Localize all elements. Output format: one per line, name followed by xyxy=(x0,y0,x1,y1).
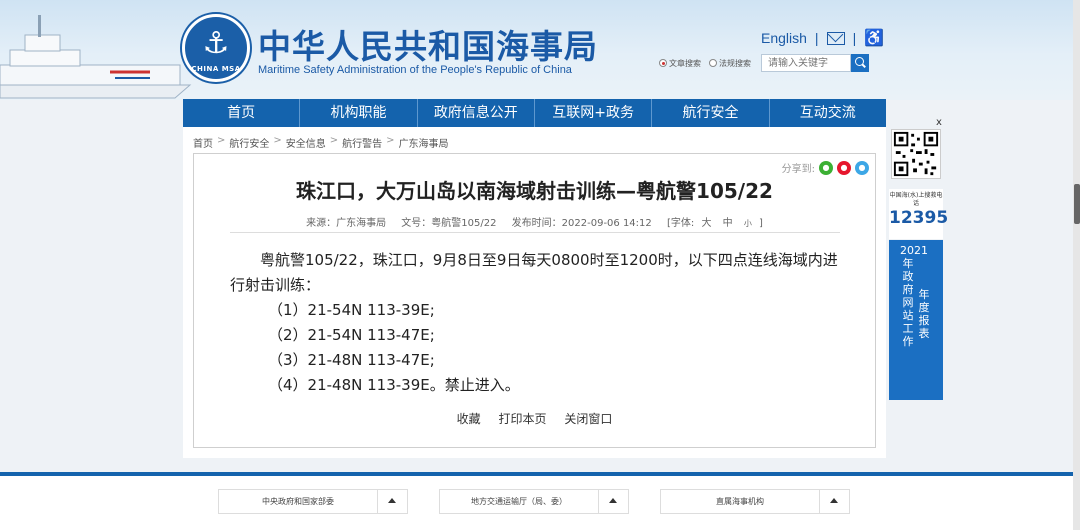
font-end: ] xyxy=(759,218,763,229)
separator: | xyxy=(814,30,819,46)
local-transport-select[interactable]: 地方交通运输厅（局、委） xyxy=(439,489,629,514)
nav-home[interactable]: 首页 xyxy=(183,99,301,127)
article-meta: 来源：广东海事局 文号：粤航警105/22 发布时间：2022-09-06 14… xyxy=(194,214,875,229)
print-button[interactable]: 打印本页 xyxy=(498,412,546,426)
breadcrumb-separator: > xyxy=(329,135,339,146)
select-label: 直属海事机构 xyxy=(661,490,820,513)
hotline-label: 中国海(水)上搜救电话 xyxy=(889,192,943,207)
accessibility-icon[interactable]: ♿ xyxy=(864,28,884,48)
article-search-radio[interactable] xyxy=(659,59,667,67)
report-text-1: 2021年政府网站工作 xyxy=(900,244,928,348)
coordinate-line: （1）21-54N 113-39E; xyxy=(268,301,435,319)
close-window-button[interactable]: 关闭窗口 xyxy=(564,412,612,426)
search-icon[interactable] xyxy=(851,54,869,72)
font-mid-button[interactable]: 中 xyxy=(723,218,733,229)
article-search-label[interactable]: 文章搜索 xyxy=(669,58,701,69)
chevron-up-icon[interactable] xyxy=(820,490,849,513)
hotline-number: 12395 xyxy=(889,208,949,228)
nav-navigation-safety[interactable]: 航行安全 xyxy=(652,99,770,127)
report-text-2: 年度报表 xyxy=(918,288,930,340)
article-actions: 收藏 打印本页 关闭窗口 xyxy=(194,410,875,427)
weibo-icon[interactable]: ● xyxy=(837,160,851,175)
article-title: 珠江口，大万山岛以南海域射击训练—粤航警105/22 xyxy=(296,179,773,203)
direct-msa-select[interactable]: 直属海事机构 xyxy=(660,489,850,514)
law-search-label[interactable]: 法规搜索 xyxy=(719,58,751,69)
wechat-icon[interactable]: ● xyxy=(819,160,833,175)
footer: 中央政府和国家部委 地方交通运输厅（局、委） 直属海事机构 xyxy=(0,476,1080,530)
site-subtitle: Maritime Safety Administration of the Pe… xyxy=(258,64,572,76)
law-search-radio[interactable] xyxy=(709,59,717,67)
mail-icon[interactable] xyxy=(826,31,845,45)
font-large-button[interactable]: 大 xyxy=(701,218,711,229)
search-area: 文章搜索 法规搜索 xyxy=(659,54,869,72)
breadcrumb-separator: > xyxy=(386,135,395,146)
breadcrumb-separator: > xyxy=(217,135,226,146)
breadcrumb-separator: > xyxy=(273,135,282,146)
meta-source: 来源：广东海事局 xyxy=(306,218,387,229)
site-title: 中华人民共和国海事局 xyxy=(258,27,598,66)
breadcrumb-item[interactable]: 航行警告 xyxy=(342,135,382,150)
breadcrumb-item[interactable]: 首页 xyxy=(193,135,213,150)
select-label: 地方交通运输厅（局、委） xyxy=(440,490,599,513)
close-icon[interactable]: x xyxy=(936,117,942,128)
coordinate-line: （4）21-48N 113-39E。禁止进入。 xyxy=(268,376,520,394)
qzone-icon[interactable]: ● xyxy=(855,160,869,175)
breadcrumb-item[interactable]: 广东海事局 xyxy=(399,135,449,150)
meta-date: 发布时间：2022-09-06 14:12 xyxy=(511,218,652,229)
separator: | xyxy=(852,30,857,46)
search-input[interactable] xyxy=(761,54,851,72)
chevron-up-icon[interactable] xyxy=(378,490,407,513)
font-small-button[interactable]: 小 xyxy=(744,219,752,228)
breadcrumb: 首页 > 航行安全 > 安全信息 > 航行警告 > 广东海事局 xyxy=(193,135,449,150)
nav-gov-info[interactable]: 政府信息公开 xyxy=(418,99,535,127)
breadcrumb-item[interactable]: 安全信息 xyxy=(286,135,326,150)
article-body: 粤航警105/22，珠江口，9月8日至9日每天0800时至1200时，以下四点连… xyxy=(230,248,850,398)
share-label: 分享到: xyxy=(781,164,815,175)
annual-report-banner[interactable]: 2021年政府网站工作 年度报表 xyxy=(889,240,943,400)
divider xyxy=(230,232,840,233)
meta-doc-no: 文号：粤航警105/22 xyxy=(401,218,497,229)
scrollbar-thumb[interactable] xyxy=(1074,184,1080,224)
hotline-card[interactable]: 中国海(水)上搜救电话 12395 xyxy=(889,189,949,239)
chevron-up-icon[interactable] xyxy=(599,490,628,513)
anchor-icon: ⚓ xyxy=(202,26,230,61)
nav-functions[interactable]: 机构职能 xyxy=(300,99,418,127)
article-lead: 粤航警105/22，珠江口，9月8日至9日每天0800时至1200时，以下四点连… xyxy=(230,251,838,294)
top-links: English | | ♿ xyxy=(761,28,884,48)
main-nav: 首页 机构职能 政府信息公开 互联网+政务 航行安全 互动交流 xyxy=(183,99,886,127)
qr-code-icon xyxy=(891,129,941,179)
header-banner: ⚓ CHINA MSA 中华人民共和国海事局 Maritime Safety A… xyxy=(0,0,1080,100)
coordinate-line: （2）21-54N 113-47E; xyxy=(268,326,435,344)
collect-button[interactable]: 收藏 xyxy=(457,412,481,426)
nav-internet-gov[interactable]: 互联网+政务 xyxy=(535,99,653,127)
msa-logo[interactable]: ⚓ CHINA MSA xyxy=(182,14,250,82)
article-box: 分享到: ● ● ● 珠江口，大万山岛以南海域射击训练—粤航警105/22 来源… xyxy=(193,153,876,448)
coordinate-line: （3）21-48N 113-47E; xyxy=(268,351,435,369)
font-size-control: [字体: 大 中 小 ] xyxy=(667,218,763,229)
ship-illustration xyxy=(0,15,192,99)
main-content: 首页 > 航行安全 > 安全信息 > 航行警告 > 广东海事局 分享到: ● ●… xyxy=(183,127,886,458)
font-label: [字体: xyxy=(666,218,695,229)
page-scrollbar[interactable] xyxy=(1073,0,1080,530)
select-label: 中央政府和国家部委 xyxy=(219,490,378,513)
share-bar: 分享到: ● ● ● xyxy=(782,160,869,175)
logo-text: CHINA MSA xyxy=(191,65,241,73)
nav-interaction[interactable]: 互动交流 xyxy=(770,99,886,127)
central-gov-select[interactable]: 中央政府和国家部委 xyxy=(218,489,408,514)
breadcrumb-item[interactable]: 航行安全 xyxy=(229,135,269,150)
english-link[interactable]: English xyxy=(761,30,807,46)
